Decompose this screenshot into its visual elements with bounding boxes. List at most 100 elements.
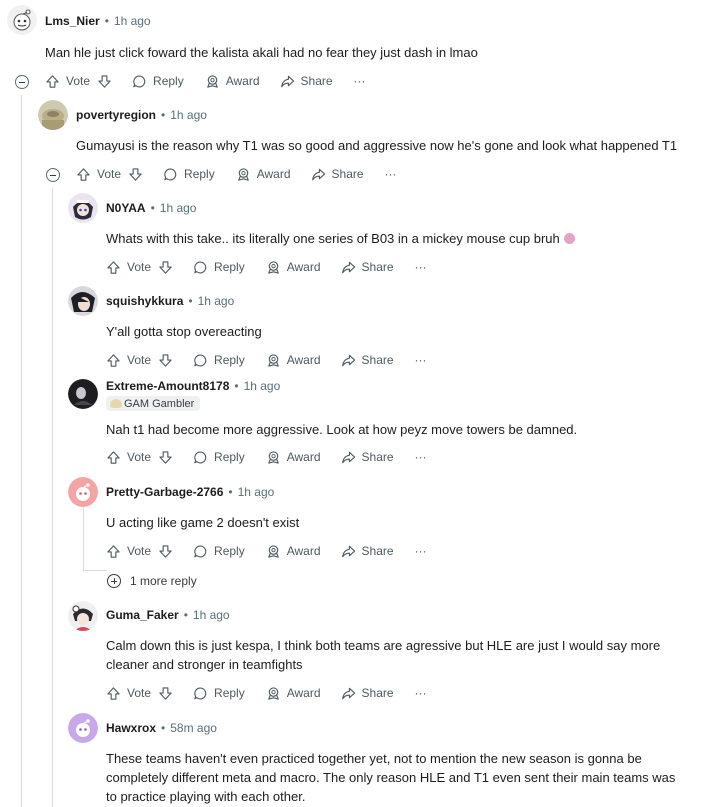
timestamp: 1h ago — [237, 485, 275, 499]
share-button[interactable]: Share — [341, 544, 394, 559]
share-button[interactable]: Share — [341, 450, 394, 465]
share-label: Share — [361, 260, 394, 274]
timestamp: 1h ago — [197, 294, 235, 308]
arrow-up-icon — [107, 260, 120, 274]
share-label: Share — [361, 544, 394, 558]
upvote-button[interactable]: Vote — [76, 167, 121, 182]
ellipsis-icon: ··· — [414, 450, 427, 464]
ellipsis-icon: ··· — [353, 74, 366, 88]
more-options-button[interactable]: ··· — [415, 260, 427, 274]
share-button[interactable]: Share — [341, 353, 394, 368]
more-options-button[interactable]: ··· — [385, 167, 397, 181]
award-button[interactable]: Award — [266, 450, 321, 465]
arrow-down-icon — [159, 686, 172, 700]
more-options-button[interactable]: ··· — [415, 686, 427, 700]
ellipsis-icon: ··· — [414, 353, 427, 367]
comment-line: Calm down this is just kespa, I think bo… — [106, 638, 661, 653]
arrow-down-icon — [159, 544, 172, 558]
username[interactable]: povertyregion — [76, 108, 156, 122]
downvote-button[interactable] — [158, 450, 173, 465]
more-options-button[interactable]: ··· — [354, 74, 366, 88]
avatar[interactable] — [68, 601, 98, 631]
downvote-button[interactable] — [158, 544, 173, 559]
arrow-up-icon — [107, 450, 120, 464]
award-icon — [206, 74, 218, 88]
more-options-button[interactable]: ··· — [415, 353, 427, 367]
downvote-button[interactable] — [158, 686, 173, 701]
avatar[interactable] — [7, 5, 37, 35]
avatar[interactable] — [68, 477, 98, 507]
downvote-button[interactable] — [97, 74, 112, 89]
speech-bubble-icon — [194, 450, 207, 463]
more-replies-link[interactable]: 1 more reply — [107, 574, 197, 588]
collapse-thread-button[interactable] — [46, 168, 60, 182]
username[interactable]: Hawxrox — [106, 721, 156, 735]
collapse-thread-button[interactable] — [15, 75, 29, 89]
award-icon — [267, 450, 279, 464]
comment-line: U acting like game 2 doesn't exist — [106, 515, 300, 530]
username[interactable]: Extreme-Amount8178 — [106, 379, 229, 393]
reply-button[interactable]: Reply — [193, 260, 245, 275]
vote-label: Vote — [127, 353, 152, 367]
reply-button[interactable]: Reply — [193, 450, 245, 465]
upvote-button[interactable]: Vote — [45, 74, 90, 89]
more-options-button[interactable]: ··· — [415, 544, 427, 558]
username[interactable]: Lms_Nier — [45, 14, 100, 28]
share-arrow-icon — [311, 168, 325, 180]
upvote-button[interactable]: Vote — [106, 450, 151, 465]
separator-dot: • — [150, 201, 155, 215]
username[interactable]: N0YAA — [106, 201, 146, 215]
separator-dot: • — [234, 379, 239, 393]
award-button[interactable]: Award — [266, 260, 321, 275]
downvote-button[interactable] — [128, 167, 143, 182]
share-button[interactable]: Share — [311, 167, 364, 182]
vote-label: Vote — [127, 450, 152, 464]
comment-line: cleaner and stronger in teamfights — [106, 657, 303, 672]
more-options-button[interactable]: ··· — [415, 450, 427, 464]
timestamp: 1h ago — [243, 379, 281, 393]
avatar[interactable] — [68, 713, 98, 743]
comment-body: U acting like game 2 doesn't exist — [106, 513, 299, 532]
share-label: Share — [331, 167, 364, 181]
reply-button[interactable]: Reply — [193, 544, 245, 559]
downvote-button[interactable] — [158, 260, 173, 275]
vote-label: Vote — [127, 260, 152, 274]
downvote-button[interactable] — [158, 353, 173, 368]
ellipsis-icon: ··· — [414, 544, 427, 558]
upvote-button[interactable]: Vote — [106, 260, 151, 275]
upvote-button[interactable]: Vote — [106, 686, 151, 701]
speech-bubble-icon — [194, 544, 207, 557]
upvote-button[interactable]: Vote — [106, 353, 151, 368]
separator-dot: • — [161, 721, 166, 735]
speech-bubble-icon — [194, 353, 207, 366]
reply-button[interactable]: Reply — [163, 167, 215, 182]
share-button[interactable]: Share — [341, 686, 394, 701]
avatar[interactable] — [68, 379, 98, 409]
award-button[interactable]: Award — [266, 544, 321, 559]
reply-button[interactable]: Reply — [193, 353, 245, 368]
reply-connector — [83, 570, 107, 571]
award-button[interactable]: Award — [266, 686, 321, 701]
award-button[interactable]: Award — [236, 167, 291, 182]
avatar[interactable] — [68, 193, 98, 223]
comment-line: Gumayusi is the reason why T1 was so goo… — [76, 138, 678, 153]
username[interactable]: squishykkura — [106, 294, 183, 308]
share-button[interactable]: Share — [280, 74, 333, 89]
username[interactable]: Guma_Faker — [106, 608, 179, 622]
award-label: Award — [286, 450, 321, 464]
reply-label: Reply — [214, 450, 245, 464]
user-flair-badge: GAM Gambler — [106, 396, 201, 411]
avatar[interactable] — [68, 286, 98, 316]
award-button[interactable]: Award — [266, 353, 321, 368]
award-label: Award — [256, 167, 291, 181]
separator-dot: • — [104, 14, 109, 28]
upvote-button[interactable]: Vote — [106, 544, 151, 559]
username[interactable]: Pretty-Garbage-2766 — [106, 485, 223, 499]
thread-line-level1 — [52, 188, 53, 807]
comment-line: Whats with this take.. its literally one… — [106, 229, 575, 248]
award-button[interactable]: Award — [205, 74, 260, 89]
share-button[interactable]: Share — [341, 260, 394, 275]
reply-button[interactable]: Reply — [193, 686, 245, 701]
reply-button[interactable]: Reply — [132, 74, 184, 89]
avatar[interactable] — [38, 100, 68, 130]
